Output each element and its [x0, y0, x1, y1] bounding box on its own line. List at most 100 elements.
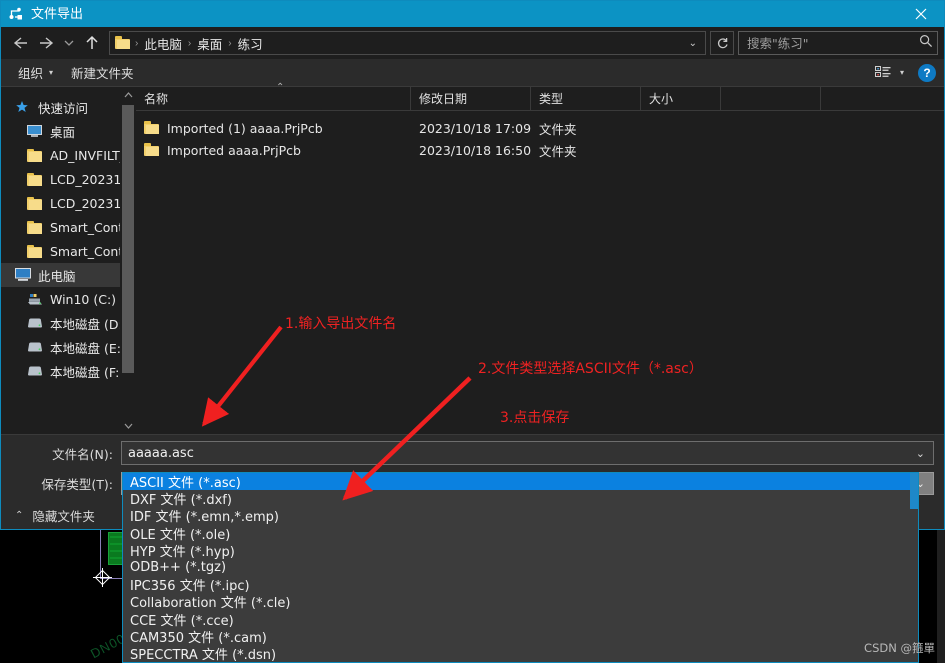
chevron-down-icon[interactable] — [59, 30, 79, 56]
dropdown-option-ole[interactable]: OLE 文件 (*.ole) — [123, 525, 918, 543]
view-layout-icon[interactable] — [872, 61, 896, 85]
filename-input[interactable] — [128, 445, 912, 461]
view-chevron-down-icon[interactable]: ▾ — [896, 68, 912, 77]
new-folder-button[interactable]: 新建文件夹 — [62, 61, 143, 85]
pcb-export-icon — [8, 6, 24, 22]
row-type-cell: 文件夹 — [539, 143, 577, 159]
desktop-icon — [27, 123, 44, 139]
sidebar-item-smart-control-1[interactable]: Smart_Control_ — [1, 215, 136, 239]
dropdown-option-collaboration[interactable]: Collaboration 文件 (*.cle) — [123, 593, 918, 611]
table-row[interactable]: Imported (1) aaaa.PrjPcb 2023/10/18 17:0… — [136, 117, 944, 139]
hide-folders-label: 隐藏文件夹 — [32, 508, 95, 524]
column-header-type[interactable]: 类型 — [531, 87, 641, 110]
sidebar-item-quick-access[interactable]: 快速访问 — [1, 95, 136, 119]
sidebar-item-local-disk-f[interactable]: 本地磁盘 (F:) — [1, 359, 136, 383]
row-name-cell: Imported (1) aaaa.PrjPcb — [136, 121, 411, 136]
sidebar-item-this-pc[interactable]: 此电脑 — [1, 263, 136, 287]
breadcrumb-chevron-down-icon[interactable]: ⌄ — [685, 38, 703, 49]
folder-icon — [27, 171, 44, 187]
dropdown-option-specctra[interactable]: SPECCTRA 文件 (*.dsn) — [123, 645, 918, 662]
file-list-rows: Imported (1) aaaa.PrjPcb 2023/10/18 17:0… — [136, 111, 944, 434]
dropdown-option-ipc356[interactable]: IPC356 文件 (*.ipc) — [123, 576, 918, 594]
breadcrumb-item-2[interactable]: 练习 — [233, 34, 268, 53]
sidebar-item-label: Win10 (C:) — [50, 291, 117, 307]
sort-ascending-icon: ⌃ — [276, 82, 285, 93]
column-header-extra[interactable] — [721, 87, 821, 110]
dropdown-option-idf[interactable]: IDF 文件 (*.emn,*.emp) — [123, 507, 918, 525]
column-label: 名称 — [144, 92, 169, 106]
help-button[interactable]: ? — [918, 63, 936, 82]
organize-label: 组织 — [18, 66, 44, 81]
organize-button[interactable]: 组织 ▾ — [9, 61, 62, 85]
breadcrumb-item-0[interactable]: 此电脑 — [139, 34, 187, 53]
arrow-up-icon[interactable] — [79, 30, 105, 56]
crosshair-cursor — [93, 568, 112, 587]
navigation-sidebar: 快速访问 桌面 📌 AD_INVFILT_ 📌 LCD_202310 — [1, 87, 136, 434]
folder-icon — [27, 147, 44, 163]
filename-field[interactable]: ⌄ — [121, 441, 934, 465]
file-export-dialog: 文件导出 › 此电脑 › 桌面 › 练习 ⌄ 搜索"练习" 组织 ▾ 新建文件夹… — [0, 0, 945, 530]
dialog-body: 快速访问 桌面 📌 AD_INVFILT_ 📌 LCD_202310 — [1, 82, 944, 434]
new-folder-label: 新建文件夹 — [71, 66, 134, 81]
row-name-cell: Imported aaaa.PrjPcb — [136, 143, 411, 158]
dropdown-option-cce[interactable]: CCE 文件 (*.cce) — [123, 611, 918, 629]
dropdown-option-ascii[interactable]: ASCII 文件 (*.asc) — [123, 473, 918, 491]
dialog-title-bar: 文件导出 — [1, 1, 944, 27]
refresh-icon[interactable] — [710, 31, 734, 55]
sidebar-item-local-disk-e[interactable]: 本地磁盘 (E:) — [1, 335, 136, 359]
column-label: 修改日期 — [419, 92, 468, 106]
column-header-size[interactable]: 大小 — [641, 87, 721, 110]
column-header-name[interactable]: ⌃ 名称 — [136, 82, 411, 110]
table-row[interactable]: Imported aaaa.PrjPcb 2023/10/18 16:50 文件… — [136, 139, 944, 161]
breadcrumb[interactable]: › 此电脑 › 桌面 › 练习 ⌄ — [109, 31, 706, 55]
sidebar-item-local-disk-d[interactable]: 本地磁盘 (D:) — [1, 311, 136, 335]
chevron-down-icon[interactable] — [120, 418, 136, 434]
column-label: 大小 — [649, 92, 674, 106]
drive-icon — [27, 339, 44, 355]
command-toolbar: 组织 ▾ 新建文件夹 ▾ ? — [1, 59, 944, 87]
folder-icon — [27, 219, 44, 235]
column-label: 类型 — [539, 92, 564, 106]
star-icon — [15, 99, 32, 115]
chevron-up-icon: ⌃ — [15, 509, 24, 521]
dropdown-scrollbar[interactable] — [910, 473, 918, 662]
dropdown-option-cam350[interactable]: CAM350 文件 (*.cam) — [123, 628, 918, 646]
file-list-header: ⌃ 名称 修改日期 类型 大小 — [136, 82, 944, 111]
sidebar-item-ad-invfilt[interactable]: AD_INVFILT_ 📌 — [1, 143, 136, 167]
dropdown-option-dxf[interactable]: DXF 文件 (*.dxf) — [123, 490, 918, 508]
arrow-right-icon[interactable] — [33, 30, 59, 56]
sidebar-scroll-thumb[interactable] — [122, 105, 134, 373]
navigation-bar: › 此电脑 › 桌面 › 练习 ⌄ — [1, 27, 944, 59]
sidebar-item-label: 本地磁盘 (E:) — [50, 340, 126, 356]
dropdown-option-odbpp[interactable]: ODB++ (*.tgz) — [123, 559, 918, 576]
row-name-text: Imported (1) aaaa.PrjPcb — [167, 120, 323, 136]
computer-icon — [15, 267, 32, 283]
annotation-step-3: 3.点击保存 — [500, 410, 570, 426]
filename-label: 文件名(N): — [52, 446, 113, 462]
sidebar-scrollbar[interactable] — [120, 87, 136, 434]
search-icon[interactable] — [919, 34, 933, 53]
system-drive-icon — [27, 291, 44, 307]
sidebar-item-smart-control-2[interactable]: Smart_Control_ — [1, 239, 136, 263]
row-date-cell: 2023/10/18 17:09 — [419, 120, 531, 136]
filetype-dropdown-list[interactable]: ASCII 文件 (*.asc) DXF 文件 (*.dxf) IDF 文件 (… — [122, 472, 919, 663]
sidebar-item-desktop[interactable]: 桌面 📌 — [1, 119, 136, 143]
breadcrumb-item-1[interactable]: 桌面 — [192, 34, 227, 53]
chevron-up-icon[interactable] — [120, 87, 136, 103]
close-icon[interactable] — [898, 1, 944, 27]
sidebar-item-win10-c[interactable]: Win10 (C:) — [1, 287, 136, 311]
folder-icon — [144, 121, 160, 135]
filename-chevron-down-icon[interactable]: ⌄ — [912, 447, 929, 460]
search-box[interactable] — [738, 31, 938, 55]
dropdown-option-hyp[interactable]: HYP 文件 (*.hyp) — [123, 542, 918, 560]
filename-row: 文件名(N): ⌄ — [1, 441, 944, 465]
search-input[interactable] — [747, 35, 919, 51]
file-list-panel: ⌃ 名称 修改日期 类型 大小 Imported (1) aaaa.PrjPcb… — [136, 82, 944, 434]
sidebar-item-lcd-20231018[interactable]: LCD_20231018 — [1, 191, 136, 215]
arrow-left-icon[interactable] — [7, 30, 33, 56]
sidebar-item-lcd-20231017[interactable]: LCD_20231017 — [1, 167, 136, 191]
column-header-date[interactable]: 修改日期 — [411, 87, 531, 110]
annotation-step-1: 1.输入导出文件名 — [285, 316, 397, 332]
dropdown-scroll-thumb[interactable] — [910, 473, 918, 509]
row-name-text: Imported aaaa.PrjPcb — [167, 142, 301, 158]
